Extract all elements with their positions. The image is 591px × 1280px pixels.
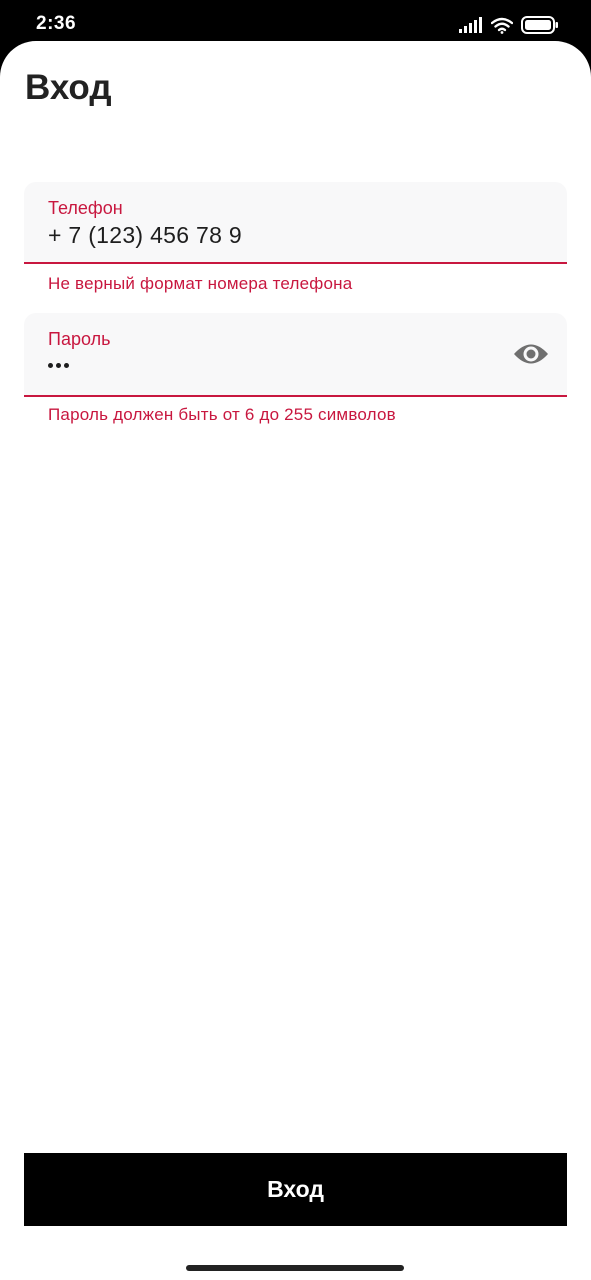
login-screen: Вход Телефон + 7 (123) 456 78 9 Не верны…	[0, 41, 591, 1280]
eye-icon[interactable]	[513, 341, 549, 367]
password-field[interactable]: Пароль	[24, 313, 567, 397]
status-bar: 2:36	[0, 0, 591, 46]
status-time: 2:36	[36, 13, 77, 34]
signal-icon	[459, 17, 482, 33]
battery-icon	[521, 16, 558, 34]
password-dot	[64, 363, 69, 368]
password-error-message: Пароль должен быть от 6 до 255 символов	[48, 405, 396, 424]
phone-label: Телефон	[48, 198, 123, 218]
password-masked-value[interactable]	[48, 363, 69, 368]
phone-input-value[interactable]: + 7 (123) 456 78 9	[48, 222, 242, 249]
login-button[interactable]: Вход	[24, 1153, 567, 1226]
phone-error-message: Не верный формат номера телефона	[48, 274, 353, 293]
status-icons	[459, 14, 559, 36]
password-dot	[48, 363, 53, 368]
wifi-icon	[491, 17, 513, 34]
password-dot	[56, 363, 61, 368]
password-label: Пароль	[48, 329, 111, 349]
page-title: Вход	[25, 68, 112, 107]
home-indicator	[186, 1265, 404, 1271]
phone-field[interactable]: Телефон + 7 (123) 456 78 9	[24, 182, 567, 264]
